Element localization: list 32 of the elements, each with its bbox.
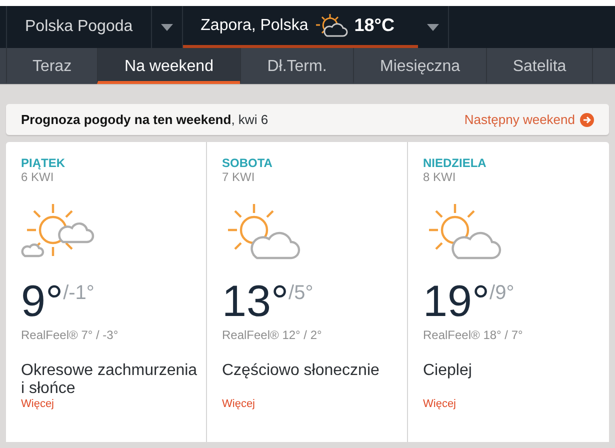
tab[interactable]: Satelita bbox=[486, 48, 593, 84]
more-link[interactable]: Więcej bbox=[21, 398, 206, 410]
day-name: NIEDZIELA bbox=[423, 156, 488, 170]
high-temperature: 19° bbox=[423, 278, 490, 326]
caret-icon bbox=[426, 24, 439, 30]
next-weekend-link[interactable]: Następny weekend bbox=[464, 112, 594, 127]
tab[interactable]: Na weekend bbox=[97, 48, 240, 84]
high-temperature: 13° bbox=[222, 278, 289, 326]
caret-icon bbox=[160, 24, 173, 30]
date: 8 KWI bbox=[423, 170, 457, 184]
realfeel-text: RealFeel® 12° / 2° bbox=[222, 328, 323, 342]
high-temperature: 9° bbox=[21, 278, 64, 326]
realfeel-text: RealFeel® 7° / -3° bbox=[21, 328, 120, 342]
low-temperature: /5° bbox=[288, 282, 314, 305]
condition-text: Okresowe zachmurzenia i słońce bbox=[21, 362, 198, 398]
tab[interactable]: Miesięczna bbox=[353, 48, 486, 84]
tab[interactable]: Dł.Term. bbox=[240, 48, 353, 84]
arrow-right-icon bbox=[580, 112, 594, 126]
current-temperature: 18°C bbox=[354, 15, 394, 36]
location-name: Zapora, Polska bbox=[200, 16, 308, 34]
low-temperature: /-1° bbox=[63, 282, 94, 305]
day-name: PIĄTEK bbox=[21, 156, 66, 170]
date: 6 KWI bbox=[21, 170, 55, 184]
low-temperature: /9° bbox=[490, 282, 514, 305]
realfeel-text: RealFeel® 18° / 7° bbox=[423, 328, 524, 342]
forecast-title: Prognoza pogody na ten weekend, kwi 6 bbox=[21, 112, 268, 127]
more-link[interactable]: Więcej bbox=[222, 398, 407, 410]
condition-text: Częściowo słonecznie bbox=[222, 362, 380, 381]
day-name: SOBOTA bbox=[222, 156, 274, 170]
date: 7 KWI bbox=[222, 170, 256, 184]
condition-text: Cieplej bbox=[423, 362, 473, 381]
more-link[interactable]: Więcej bbox=[423, 398, 609, 410]
